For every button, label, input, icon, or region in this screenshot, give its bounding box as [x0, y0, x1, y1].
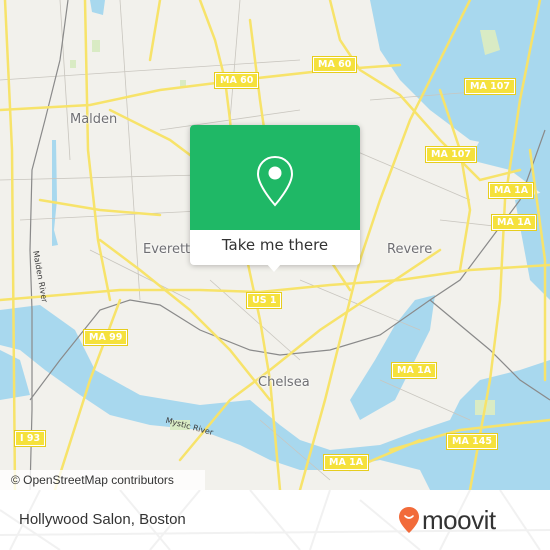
route-shield-ma99: MA 99 [82, 329, 129, 346]
popup-pointer [266, 263, 282, 272]
place-label-revere: Revere [387, 242, 433, 257]
route-shield-ma145: MA 145 [446, 433, 498, 450]
route-shield-us1: US 1 [245, 292, 283, 309]
route-shield-ma107: MA 107 [464, 78, 516, 95]
moovit-pin-icon [399, 507, 419, 533]
moovit-wordmark: moovit [422, 504, 496, 535]
place-label-malden: Malden [70, 112, 118, 127]
popup-header [190, 125, 360, 230]
place-label-everett: Everett [143, 242, 191, 257]
route-shield-i93: I 93 [13, 430, 47, 447]
place-label-chelsea: Chelsea [258, 375, 310, 390]
route-shield-ma1a: MA 1A [390, 362, 438, 379]
route-shield-ma1a: MA 1A [322, 454, 370, 471]
route-shield-ma60: MA 60 [311, 56, 358, 73]
route-shield-ma1a: MA 1A [490, 214, 538, 231]
moovit-logo[interactable]: moovit [398, 503, 496, 537]
place-name: Hollywood Salon, Boston [19, 511, 186, 528]
footer-bar: Hollywood Salon, Boston moovit [0, 490, 550, 550]
location-popup[interactable]: Take me there [190, 125, 360, 272]
route-shield-ma1a: MA 1A [487, 182, 535, 199]
route-shield-ma107: MA 107 [425, 146, 477, 163]
route-shield-ma60: MA 60 [213, 72, 260, 89]
map-attribution[interactable]: © OpenStreetMap contributors [0, 470, 205, 490]
take-me-there-button[interactable]: Take me there [190, 230, 360, 265]
map-pin-icon [256, 155, 294, 207]
map-view[interactable]: Malden Everett Revere Chelsea MA 60 MA 6… [0, 0, 550, 490]
